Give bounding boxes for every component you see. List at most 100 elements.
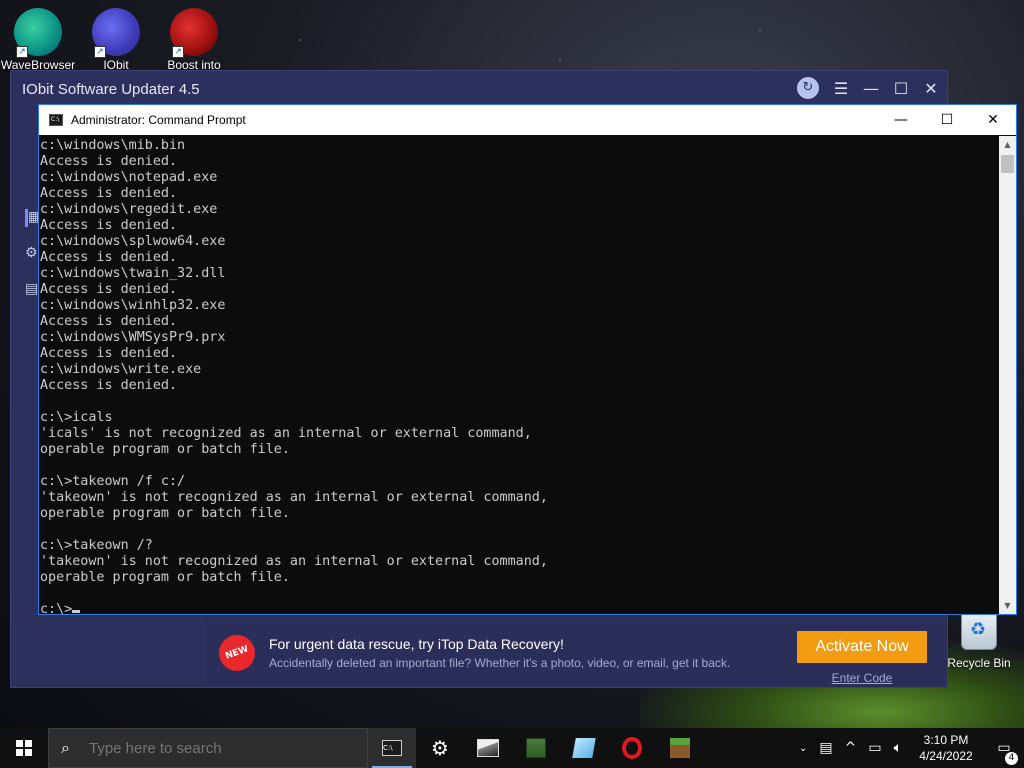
cmd-titlebar[interactable]: C:\ Administrator: Command Prompt — ☐ ✕ <box>39 105 1016 135</box>
menu-icon[interactable]: ☰ <box>833 79 849 98</box>
cmd-output-line: Access is denied. <box>40 186 178 201</box>
minecraft-grass-icon <box>670 738 690 758</box>
enter-code-link[interactable]: Enter Code <box>797 671 927 685</box>
cmd-output-line: c:\windows\notepad.exe <box>40 170 218 185</box>
cmd-output-line: 'icals' is not recognized as an internal… <box>40 426 532 441</box>
taskbar-search[interactable]: ⌕ <box>48 728 368 768</box>
cmd-output-line <box>40 394 999 410</box>
cmd-output-line <box>40 458 999 474</box>
promo-subtitle: Accidentally deleted an important file? … <box>269 656 731 670</box>
system-tray: ⌄ ▤ ^ ▭ 🔈︎ 3:10 PM 4/24/2022 ▭ 4 <box>793 728 1024 768</box>
maximize-icon[interactable]: ☐ <box>924 105 970 135</box>
cmd-app-icon[interactable]: C:\ <box>49 114 63 126</box>
cmd-prompt: c:\> <box>40 602 73 614</box>
photos-icon <box>477 739 499 757</box>
shortcut-arrow-icon: ↗ <box>172 46 184 58</box>
network-icon[interactable]: ▭ <box>862 740 887 756</box>
recycle-bin-label: Recycle Bin <box>947 656 1011 670</box>
desktop-icon-wavebrowser[interactable]: ↗ WaveBrowser <box>0 0 76 72</box>
overflow-chevron-icon[interactable]: ⌄ <box>793 743 813 754</box>
cmd-scrollbar[interactable]: ▲ ▼ <box>999 136 1016 614</box>
maximize-icon[interactable]: ☐ <box>893 79 909 98</box>
cmd-output-line: Access is denied. <box>40 314 178 329</box>
clock-date: 4/24/2022 <box>919 749 973 763</box>
taskbar: ⌕ C:\ ⚙ ⌄ ▤ ^ ▭ 🔈︎ 3:10 PM 4/24/2022 ▭ 4 <box>0 728 1024 768</box>
taskbar-minecraft[interactable] <box>512 728 560 768</box>
taskbar-settings[interactable]: ⚙ <box>416 728 464 768</box>
settings-gear-icon: ⚙ <box>431 736 449 760</box>
minimize-icon[interactable]: — <box>863 79 879 98</box>
cmd-title: Administrator: Command Prompt <box>71 113 246 127</box>
cmd-output-line: operable program or batch file. <box>40 442 290 457</box>
minimize-icon[interactable]: — <box>878 105 924 135</box>
cmd-icon: C:\ <box>382 740 402 756</box>
cmd-output-line: c:\windows\mib.bin <box>40 138 186 153</box>
scroll-up-icon[interactable]: ▲ <box>999 136 1016 153</box>
iobit-sidebar: ▦ ⚙ ▤ <box>11 201 41 317</box>
close-icon[interactable]: ✕ <box>970 105 1016 135</box>
refresh-icon[interactable]: ↻ <box>797 77 819 99</box>
start-button[interactable] <box>0 728 48 768</box>
cmd-output-line: operable program or batch file. <box>40 570 290 585</box>
promo-banner: NEW For urgent data rescue, try iTop Dat… <box>205 619 947 687</box>
search-input[interactable] <box>89 739 349 757</box>
text-cursor <box>72 610 81 613</box>
new-badge: NEW <box>213 629 261 677</box>
cmd-output-line: c:\windows\twain_32.dll <box>40 266 226 281</box>
taskbar-opera[interactable] <box>608 728 656 768</box>
notifications-button[interactable]: ▭ 4 <box>984 740 1024 765</box>
taskbar-minecraft-launcher[interactable] <box>656 728 704 768</box>
taskbar-notepad[interactable] <box>560 728 608 768</box>
volume-icon[interactable]: 🔈︎ <box>888 740 908 756</box>
cmd-output-line: c:\>takeown /f c:/ <box>40 474 186 489</box>
opera-icon <box>622 737 642 759</box>
cmd-prompt-line[interactable]: c:\> <box>40 602 999 614</box>
minecraft-icon <box>526 738 546 758</box>
cmd-output-line: Access is denied. <box>40 218 178 233</box>
cmd-output-line: c:\>takeown /? <box>40 538 153 553</box>
iobit-icon: ↗ <box>92 8 140 58</box>
cmd-output-line: c:\windows\write.exe <box>40 362 202 377</box>
cmd-output-line: operable program or batch file. <box>40 506 290 521</box>
activate-now-button[interactable]: Activate Now <box>797 631 927 663</box>
taskbar-photos[interactable] <box>464 728 512 768</box>
promo-actions: Activate Now Enter Code <box>797 631 927 685</box>
scroll-thumb[interactable] <box>1001 155 1014 173</box>
news-icon[interactable]: ▤ <box>813 740 838 756</box>
clock-time: 3:10 PM <box>923 733 969 747</box>
cmd-output[interactable]: c:\windows\mib.bin Access is denied. c:\wi… <box>39 136 999 614</box>
cmd-output-line: c:\windows\WMSysPr9.prx <box>40 330 226 345</box>
cmd-output-line: Access is denied. <box>40 154 178 169</box>
wavebrowser-icon: ↗ <box>14 8 62 58</box>
cmd-output-line: 'takeown' is not recognized as an intern… <box>40 490 548 505</box>
notification-count: 4 <box>1005 752 1018 765</box>
desktop-icon-iobit[interactable]: ↗ IObit <box>78 0 154 72</box>
promo-text: For urgent data rescue, try iTop Data Re… <box>269 636 739 670</box>
cmd-output-line: c:\windows\splwow64.exe <box>40 234 226 249</box>
promo-title: For urgent data rescue, try iTop Data Re… <box>269 636 564 652</box>
show-hidden-icons-icon[interactable]: ^ <box>839 740 863 756</box>
recycle-bin-icon <box>961 610 997 650</box>
desktop-icon-boost[interactable]: ↗ Boost into <box>156 0 232 72</box>
cmd-output-line <box>40 586 999 602</box>
cmd-output-line: c:\windows\winhlp32.exe <box>40 298 226 313</box>
cmd-output-line: Access is denied. <box>40 346 178 361</box>
iobit-title: IObit Software Updater 4.5 <box>22 80 200 98</box>
taskbar-cmd[interactable]: C:\ <box>368 728 416 768</box>
cmd-output-line <box>40 522 999 538</box>
cmd-output-line: c:\>icals <box>40 410 113 425</box>
command-prompt-window: C:\ Administrator: Command Prompt — ☐ ✕ … <box>38 104 1017 615</box>
cmd-output-line: c:\windows\regedit.exe <box>40 202 218 217</box>
cmd-window-controls: — ☐ ✕ <box>878 105 1016 135</box>
shortcut-arrow-icon: ↗ <box>16 46 28 58</box>
shortcut-arrow-icon: ↗ <box>94 46 106 58</box>
cmd-output-line: 'takeown' is not recognized as an intern… <box>40 554 548 569</box>
windows-logo-icon <box>16 740 32 756</box>
cmd-output-line: Access is denied. <box>40 282 178 297</box>
scroll-down-icon[interactable]: ▼ <box>999 597 1016 614</box>
clock[interactable]: 3:10 PM 4/24/2022 <box>908 732 984 764</box>
notepad-icon <box>572 738 596 758</box>
close-icon[interactable]: ✕ <box>923 79 939 98</box>
desktop-icon-recycle-bin[interactable]: Recycle Bin <box>944 610 1014 670</box>
iobit-window-controls: ↻ ☰ — ☐ ✕ <box>797 77 939 99</box>
